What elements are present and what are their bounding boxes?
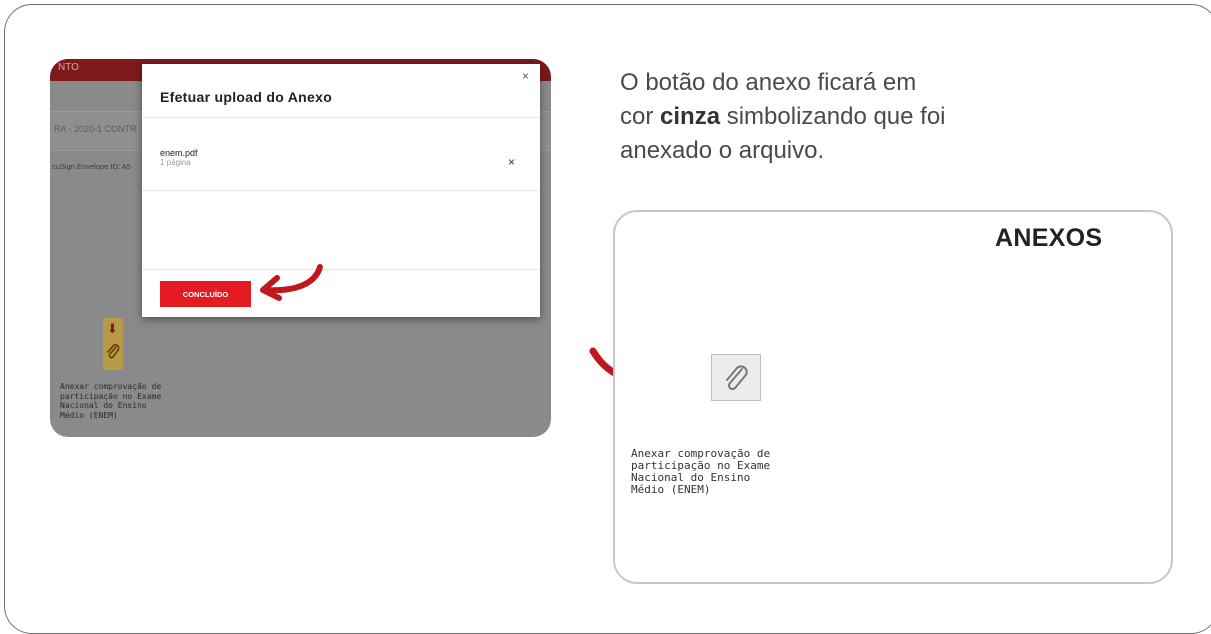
card-heading: ANEXOS — [995, 224, 1103, 252]
breadcrumb-text: RA - 2020-1 CONTR — [54, 124, 137, 134]
pointer-arrow — [260, 264, 323, 301]
paperclip-icon — [726, 365, 748, 391]
modal-title: Efetuar upload do Anexo — [160, 89, 333, 105]
attachment-button[interactable]: ⬇ — [103, 318, 123, 370]
divider — [142, 269, 540, 270]
description-text: O botão do anexo ficará em cor cinza sim… — [620, 66, 1080, 168]
upload-modal: Efetuar upload do Anexo × enem.pdf 1 pág… — [142, 64, 540, 317]
envelope-id-label: cuSign Envelope ID: A5 — [52, 162, 131, 171]
description-fragment: cor — [620, 103, 661, 130]
description-emphasis: cinza — [660, 103, 721, 130]
description-line: anexado o arquivo. — [620, 137, 825, 164]
description-line: cor cinza simbolizando que foi — [620, 100, 1080, 134]
download-arrow-icon: ⬇ — [107, 321, 118, 336]
description-line: O botão do anexo ficará em — [620, 69, 917, 96]
attachment-caption: Anexar comprovação de participação no Ex… — [60, 382, 162, 420]
close-icon[interactable]: × — [522, 69, 529, 83]
screenshot-panel: NTO RA - 2020-1 CONTR cuSign Envelope ID… — [50, 59, 551, 437]
concluido-button[interactable]: CONCLUÍDO — [160, 281, 251, 307]
description-fragment: simbolizando que foi — [720, 103, 946, 130]
attached-button[interactable] — [711, 354, 761, 401]
topbar-text: NTO — [58, 62, 79, 73]
divider — [142, 190, 540, 191]
file-name: enem.pdf — [160, 148, 198, 158]
attachment-caption: Anexar comprovação de participação no Ex… — [631, 447, 771, 496]
paperclip-icon — [107, 344, 120, 359]
remove-file-icon[interactable]: × — [508, 155, 515, 169]
file-pages: 1 página — [160, 158, 191, 167]
anexos-card: ANEXOS Anexar comprovação de participaçã… — [613, 210, 1173, 584]
divider — [142, 117, 540, 118]
